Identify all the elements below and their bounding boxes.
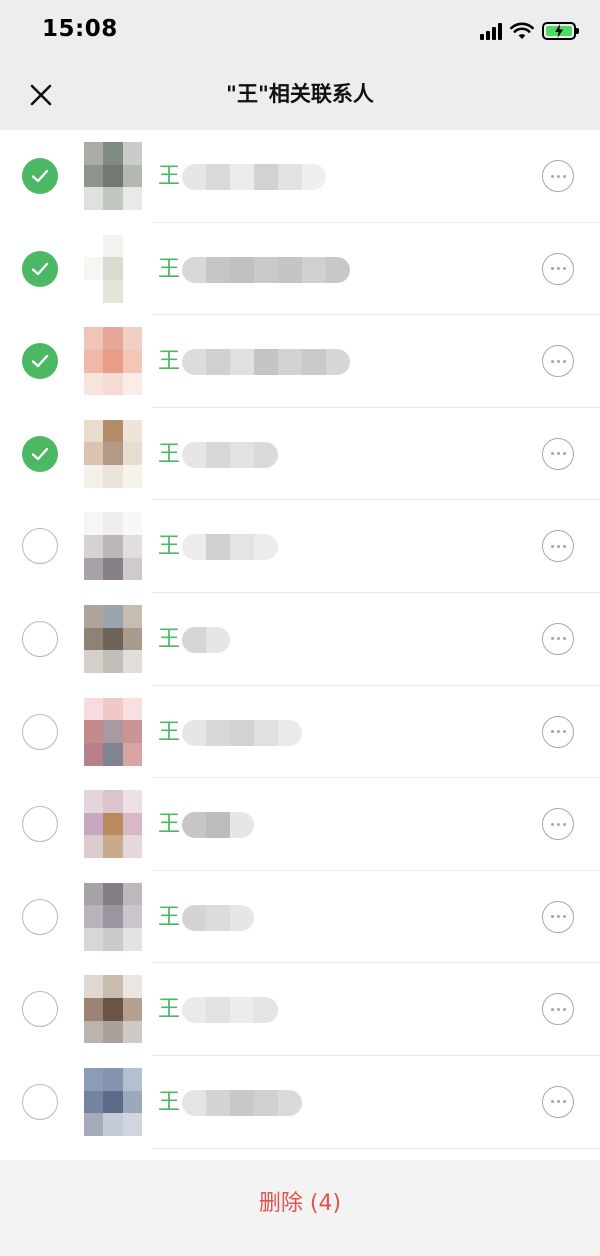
avatar [84,882,142,951]
checkbox-checked-icon[interactable] [22,343,58,380]
avatar [84,142,142,210]
cellular-signal-icon [480,22,502,40]
contact-name-highlight: 王 [158,164,181,189]
contact-row[interactable]: 王 [0,963,600,1056]
avatar [84,1067,142,1136]
contact-name: 王 [158,903,255,933]
contact-row[interactable]: 王 [0,871,600,964]
contact-name: 王 [158,532,279,562]
page-title: "王"相关联系人 [226,82,374,106]
contact-name-highlight: 王 [158,997,181,1023]
more-icon[interactable] [542,993,574,1026]
checkbox-unchecked-icon[interactable] [22,991,58,1028]
avatar [84,512,142,581]
avatar [84,604,142,673]
wifi-icon [510,22,534,39]
checkbox-checked-icon[interactable] [22,158,58,194]
contact-name: 王 [158,718,303,748]
checkbox-unchecked-icon[interactable] [22,528,58,565]
contact-name-pixelated [182,997,279,1024]
checkbox-unchecked-icon[interactable] [22,806,58,843]
contact-name-highlight: 王 [158,256,181,282]
contact-name-pixelated [182,164,327,190]
contact-name-pixelated [182,349,351,376]
contact-name: 王 [158,810,255,840]
contact-name-pixelated [182,904,255,931]
contact-name: 王 [158,162,327,192]
contact-name: 王 [158,625,231,655]
avatar [84,975,142,1044]
contact-row[interactable]: 王 [0,223,600,316]
checkbox-checked-icon[interactable] [22,250,58,287]
avatar [84,327,142,396]
contact-row[interactable]: 王 [0,500,600,593]
contact-row[interactable]: 王 [0,778,600,871]
contact-name-pixelated [182,441,279,468]
contact-row[interactable]: 王 [0,315,600,408]
more-icon[interactable] [542,900,574,933]
contact-name-highlight: 王 [158,441,181,467]
avatar [84,419,142,488]
top-bar: 15:08 "王"相关联系人 [0,0,600,130]
contact-row[interactable]: 王 [0,130,600,223]
contact-name-highlight: 王 [158,719,181,745]
contact-name-highlight: 王 [158,1089,181,1115]
bottom-action-bar: 删除 (4) [0,1160,600,1256]
checkbox-unchecked-icon[interactable] [22,620,58,657]
contact-name-pixelated [182,1089,303,1116]
more-icon[interactable] [542,160,574,192]
more-icon[interactable] [542,437,574,470]
avatar [84,697,142,766]
status-icons [480,18,579,44]
contact-row[interactable]: 王 [0,593,600,686]
contact-name-pixelated [182,719,303,746]
more-icon[interactable] [542,715,574,748]
status-time: 15:08 [42,16,118,42]
contact-name-highlight: 王 [158,534,181,560]
contact-name: 王 [158,440,279,470]
contact-row[interactable]: 王 [0,686,600,779]
more-icon[interactable] [542,345,574,378]
delete-button[interactable]: 删除 (4) [0,1184,600,1224]
more-icon[interactable] [542,530,574,563]
avatar [84,790,142,859]
contact-name-pixelated [182,256,351,283]
avatar [84,234,142,303]
contact-name-pixelated [182,626,231,653]
more-icon[interactable] [542,252,574,285]
battery-charging-icon [542,22,579,40]
checkbox-unchecked-icon[interactable] [22,898,58,935]
contact-row[interactable]: 王 [0,408,600,501]
contact-name: 王 [158,995,279,1025]
checkbox-unchecked-icon[interactable] [22,1083,58,1120]
contact-row[interactable]: 王 [0,1056,600,1149]
contact-name-highlight: 王 [158,626,181,652]
contact-name-pixelated [182,534,279,561]
contact-name-highlight: 王 [158,812,181,838]
contact-name-pixelated [182,812,255,839]
more-icon[interactable] [542,1085,574,1118]
checkbox-checked-icon[interactable] [22,435,58,472]
checkbox-unchecked-icon[interactable] [22,713,58,750]
screen: 15:08 "王"相关联系人 王王王王王王王王王王王 删除 (4) [0,0,600,1256]
contact-name-highlight: 王 [158,904,181,930]
more-icon[interactable] [542,808,574,841]
contact-name: 王 [158,1088,303,1118]
contact-name-highlight: 王 [158,349,181,375]
contact-list: 王王王王王王王王王王王 [0,130,600,1149]
contact-name: 王 [158,255,351,285]
more-icon[interactable] [542,622,574,655]
contact-name: 王 [158,347,351,377]
